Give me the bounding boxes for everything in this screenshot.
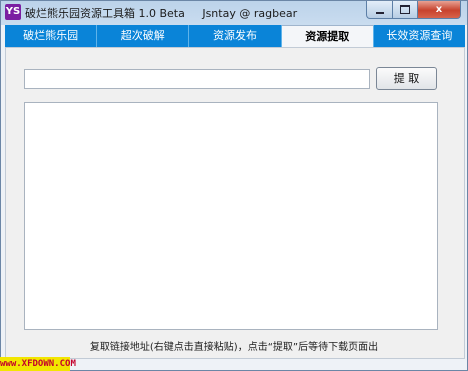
window-controls: x bbox=[366, 1, 461, 19]
tab-strip: 破烂熊乐园 超次破解 资源发布 资源提取 长效资源查询 bbox=[5, 25, 466, 47]
title-bar[interactable]: YS 破烂熊乐园资源工具箱 1.0 Beta Jsntay @ ragbear … bbox=[1, 1, 467, 23]
tab-resource-publish[interactable]: 资源发布 bbox=[189, 25, 282, 47]
window-title: 破烂熊乐园资源工具箱 1.0 Beta Jsntay @ ragbear bbox=[25, 7, 298, 20]
minimize-button[interactable] bbox=[366, 1, 393, 19]
maximize-button[interactable] bbox=[393, 1, 418, 19]
tab-crack[interactable]: 超次破解 bbox=[97, 25, 190, 47]
site-watermark: www.XFDOWN.COM bbox=[0, 357, 76, 371]
extract-button[interactable]: 提 取 bbox=[376, 67, 437, 90]
tab-long-term-query[interactable]: 长效资源查询 bbox=[373, 25, 466, 47]
instruction-hint: 复取链接地址(右键点击直接粘贴)，点击“提取”后等待下载页面出 bbox=[89, 342, 379, 353]
close-icon: x bbox=[435, 4, 443, 15]
extract-output-area[interactable] bbox=[24, 102, 438, 330]
minimize-icon bbox=[375, 11, 384, 14]
link-url-input[interactable] bbox=[24, 69, 370, 89]
app-icon: YS bbox=[5, 4, 21, 20]
tab-bear-park[interactable]: 破烂熊乐园 bbox=[5, 25, 98, 47]
maximize-icon bbox=[400, 5, 410, 14]
tab-resource-extract[interactable]: 资源提取 bbox=[281, 25, 374, 47]
close-button[interactable]: x bbox=[418, 1, 461, 19]
